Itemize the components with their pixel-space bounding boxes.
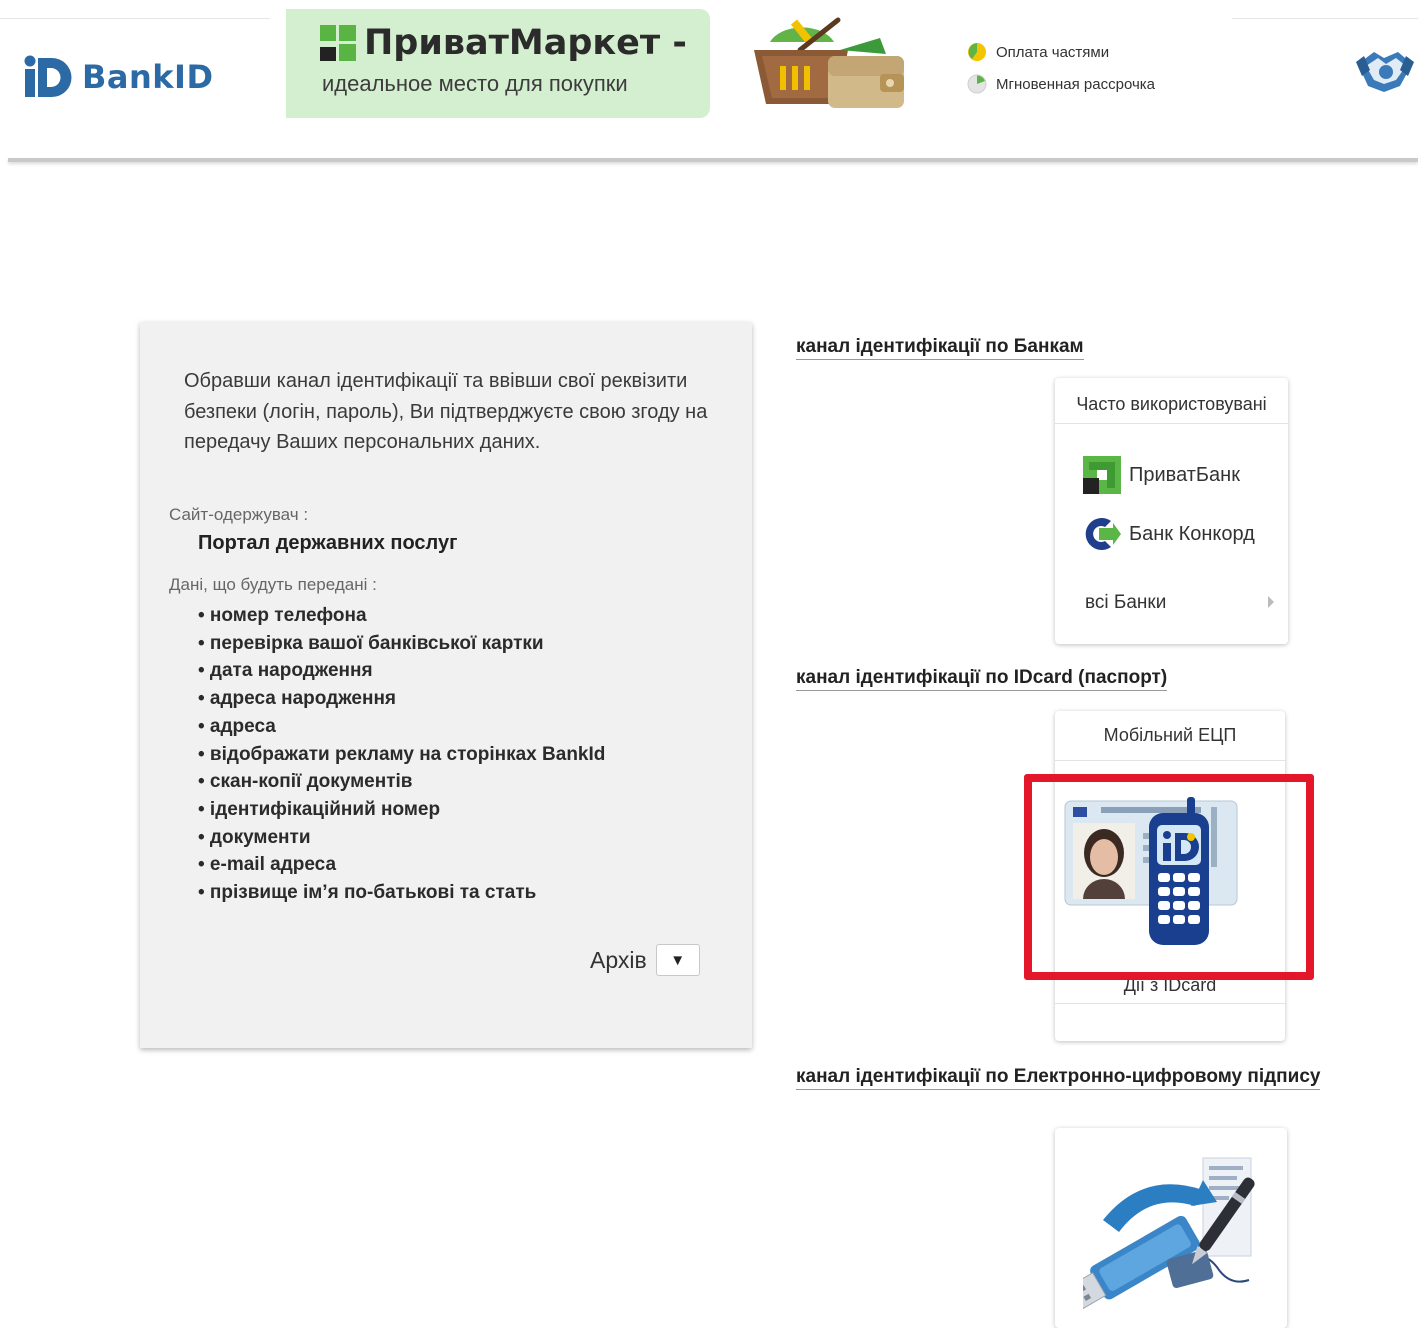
- header-divider: [8, 158, 1418, 162]
- concord-logo-icon: [1085, 518, 1121, 550]
- eds-card[interactable]: [1055, 1128, 1287, 1328]
- transferred-data-item: • відображати рекламу на сторінках BankI…: [198, 743, 606, 765]
- transferred-data-label: Дані, що будуть передані :: [169, 575, 377, 594]
- banks-card-separator: [1055, 423, 1288, 424]
- banks-card: Часто використовувані ПриватБанк Банк Ко…: [1055, 378, 1288, 644]
- transferred-data-item: • ідентифікаційний номер: [198, 798, 441, 820]
- archive-dropdown-button[interactable]: ▼: [655, 944, 700, 976]
- banner-subtitle: идеальное место для покупки: [322, 71, 628, 96]
- promo-installment-label: Оплата частями: [996, 43, 1110, 61]
- promo-list: Оплата частями Мгновенная рассрочка: [966, 36, 1155, 100]
- transferred-data-list: • номер телефона • перевірка вашої банків…: [198, 602, 605, 907]
- bank-item-privatbank[interactable]: ПриватБанк: [1083, 456, 1240, 494]
- bank-item-label: Банк Конкорд: [1129, 522, 1255, 545]
- banner-title: ПриватМаркет -: [320, 23, 687, 63]
- transferred-data-item: • документи: [198, 826, 311, 848]
- all-banks-link[interactable]: всі Банки: [1085, 592, 1166, 614]
- privatmarket-banner[interactable]: ПриватМаркет - идеальное место для покуп…: [286, 9, 710, 118]
- consent-panel: Обравши канал ідентифікації та ввівши св…: [140, 322, 752, 1048]
- transferred-data-item: • e-mail адреса: [198, 854, 337, 876]
- header-top-line: [0, 18, 270, 19]
- idcard-card-bottom-separator: [1055, 1003, 1285, 1004]
- highlight-frame: [1024, 774, 1314, 980]
- chevron-right-icon[interactable]: [1268, 596, 1274, 608]
- idcard-card-separator: [1055, 760, 1285, 761]
- transferred-data-item: • дата народження: [198, 660, 373, 682]
- handshake-icon[interactable]: [1354, 46, 1416, 98]
- site-recipient-value: Портал державних послуг: [198, 532, 458, 554]
- privatmarket-icon: [320, 25, 356, 61]
- coin-icon: [968, 43, 986, 61]
- transferred-data-item: • перевірка вашої банківської картки: [198, 632, 544, 654]
- logo-text: BankID: [82, 58, 214, 96]
- idcard-card-header: Мобільний ЕЦП: [1103, 725, 1237, 745]
- archive-control: Архів ▼: [590, 944, 700, 976]
- promo-instant-credit-label: Мгновенная рассрочка: [996, 75, 1156, 93]
- header: BankID ПриватМаркет - идеальное место дл…: [0, 0, 1418, 165]
- banks-channel-title: канал ідентифікації по Банкам: [796, 336, 1084, 360]
- header-top-line: [1232, 18, 1418, 19]
- transferred-data-item: • прізвище ім’я по-батькові та стать: [198, 882, 537, 904]
- eds-channel-title: канал ідентифікації по Електронно-цифров…: [796, 1066, 1321, 1090]
- idcard-channel-title: канал ідентифікації по IDcard (паспорт): [796, 667, 1168, 691]
- bank-item-label: ПриватБанк: [1129, 463, 1240, 486]
- basket-wallet-icon: [754, 17, 904, 108]
- transferred-data-item: • скан-копії документів: [198, 771, 413, 793]
- digital-signature-usb-icon: [1083, 1157, 1255, 1310]
- bank-item-concord[interactable]: Банк Конкорд: [1083, 515, 1255, 553]
- transferred-data-item: • адреса: [198, 715, 276, 737]
- bankid-logo-icon: [24, 55, 72, 97]
- consent-intro: Обравши канал ідентифікації та ввівши св…: [184, 370, 708, 453]
- clock-icon: [967, 74, 987, 94]
- promo-instant-credit[interactable]: Мгновенная рассрочка: [966, 68, 1155, 100]
- privatbank-logo-icon: [1083, 456, 1121, 494]
- promo-installment[interactable]: Оплата частями: [966, 36, 1155, 68]
- site-recipient-label: Сайт-одержувач :: [169, 505, 309, 524]
- archive-label: Архів: [590, 946, 647, 973]
- transferred-data-item: • номер телефона: [198, 605, 367, 626]
- banner-title-text: ПриватМаркет -: [364, 23, 687, 63]
- bankid-logo[interactable]: BankID: [22, 52, 214, 102]
- transferred-data-item: • адреса народження: [198, 688, 397, 710]
- banks-card-header: Часто використовувані: [1076, 394, 1267, 414]
